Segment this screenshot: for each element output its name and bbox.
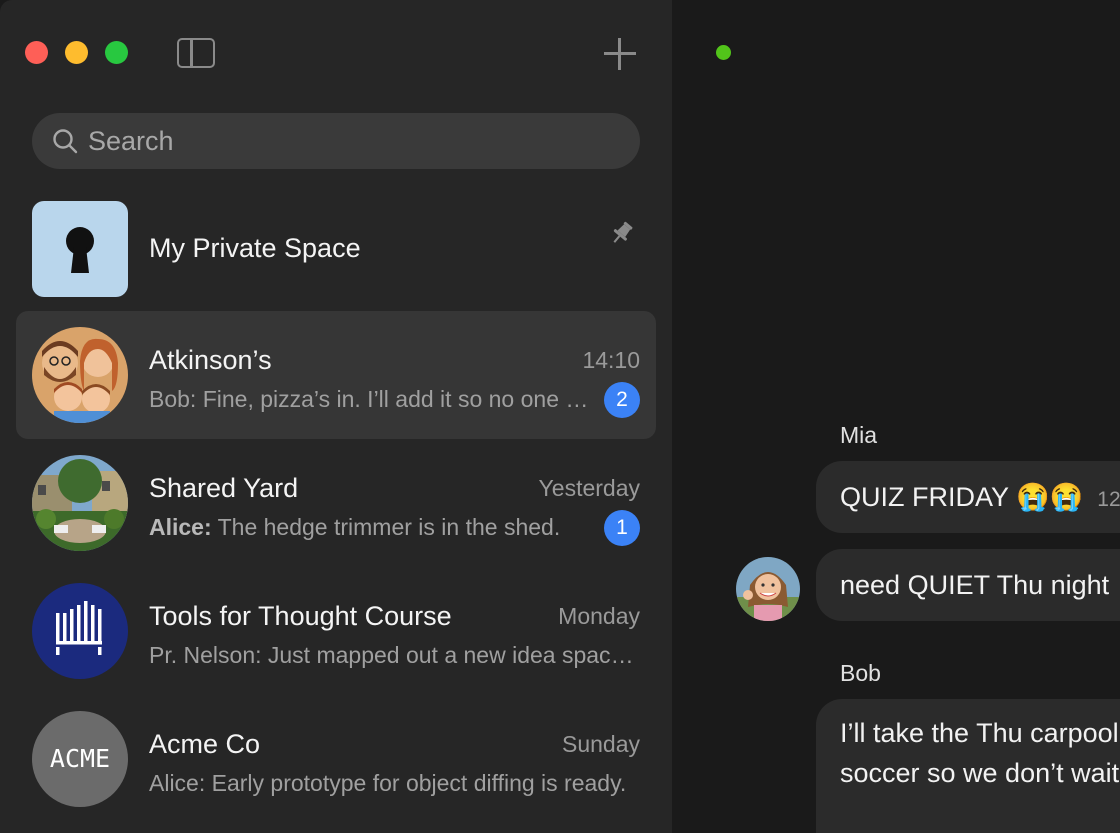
message-sender: Bob: [840, 660, 881, 686]
acme-avatar: ACME: [32, 711, 128, 807]
message-text: QUIZ FRIDAY 😭😭: [840, 482, 1084, 512]
search-bar[interactable]: [32, 113, 640, 169]
message-text-line: soccer so we don’t wait: [840, 758, 1120, 788]
sidebar: My Private Space: [0, 0, 672, 833]
message-bubble[interactable]: I’ll take the Thu carpool soccer so we d…: [816, 699, 1120, 833]
message-sender: Mia: [840, 422, 878, 448]
chat-name: Acme Co: [149, 729, 261, 759]
chat-timestamp: Sunday: [561, 731, 640, 757]
unread-badge: 2: [604, 382, 640, 418]
chat-preview: Alice: Early prototype for object diffin…: [149, 770, 627, 796]
preview-text: The hedge trimmer is in the shed.: [211, 514, 561, 540]
zoom-window-button[interactable]: [105, 41, 128, 64]
yard-avatar: [32, 455, 128, 551]
chat-name: Tools for Thought Course: [149, 601, 452, 631]
chat-preview: Pr. Nelson: Just mapped out a new idea s…: [149, 642, 639, 668]
preview-sender: Alice:: [149, 514, 212, 540]
search-icon: [53, 129, 78, 154]
close-window-button[interactable]: [25, 41, 48, 64]
keyhole-icon: [32, 201, 128, 297]
chat-timestamp: Monday: [558, 603, 640, 629]
message-text: need QUIET Thu night: [840, 570, 1110, 600]
chat-item-shared-yard[interactable]: Shared Yard Yesterday Alice: The hedge t…: [16, 439, 656, 567]
course-logo-avatar: [32, 583, 128, 679]
online-status-dot: [716, 45, 731, 60]
sender-avatar: [736, 557, 800, 621]
chat-timestamp: 14:10: [582, 347, 640, 373]
message-bubble[interactable]: QUIZ FRIDAY 😭😭 12:: [816, 461, 1120, 533]
chat-timestamp: Yesterday: [538, 475, 640, 501]
chat-item-atkinsons[interactable]: Atkinson’s 14:10 Bob: Fine, pizza’s in. …: [16, 311, 656, 439]
message-text-line: I’ll take the Thu carpool: [840, 718, 1119, 748]
new-chat-plus-icon[interactable]: [602, 36, 638, 72]
chat-name: Atkinson’s: [149, 345, 272, 375]
chat-item-tools-for-thought[interactable]: Tools for Thought Course Monday Pr. Nels…: [16, 567, 656, 695]
chat-preview: Bob: Fine, pizza’s in. I’ll add it so no…: [149, 386, 589, 412]
search-input[interactable]: [88, 113, 608, 169]
conversation-pane: Mia QUIZ FRIDAY 😭😭 12: need QUIET Thu nig…: [672, 0, 1120, 833]
unread-badge: 1: [604, 510, 640, 546]
chat-preview: Alice: The hedge trimmer is in the shed.: [149, 514, 589, 541]
pin-icon[interactable]: [608, 219, 636, 247]
message-time: 12:: [1097, 488, 1120, 511]
sidebar-toggle-icon[interactable]: [177, 38, 215, 68]
chat-item-acme-co[interactable]: ACME Acme Co Sunday Alice: Early prototy…: [16, 695, 656, 823]
chat-name: Shared Yard: [149, 473, 299, 503]
family-avatar: [32, 327, 128, 423]
message-bubble[interactable]: need QUIET Thu night: [816, 549, 1120, 621]
app-window: My Private Space: [0, 0, 1120, 833]
minimize-window-button[interactable]: [65, 41, 88, 64]
chat-name: My Private Space: [149, 233, 361, 263]
pinned-chat-private-space[interactable]: My Private Space: [16, 185, 656, 313]
